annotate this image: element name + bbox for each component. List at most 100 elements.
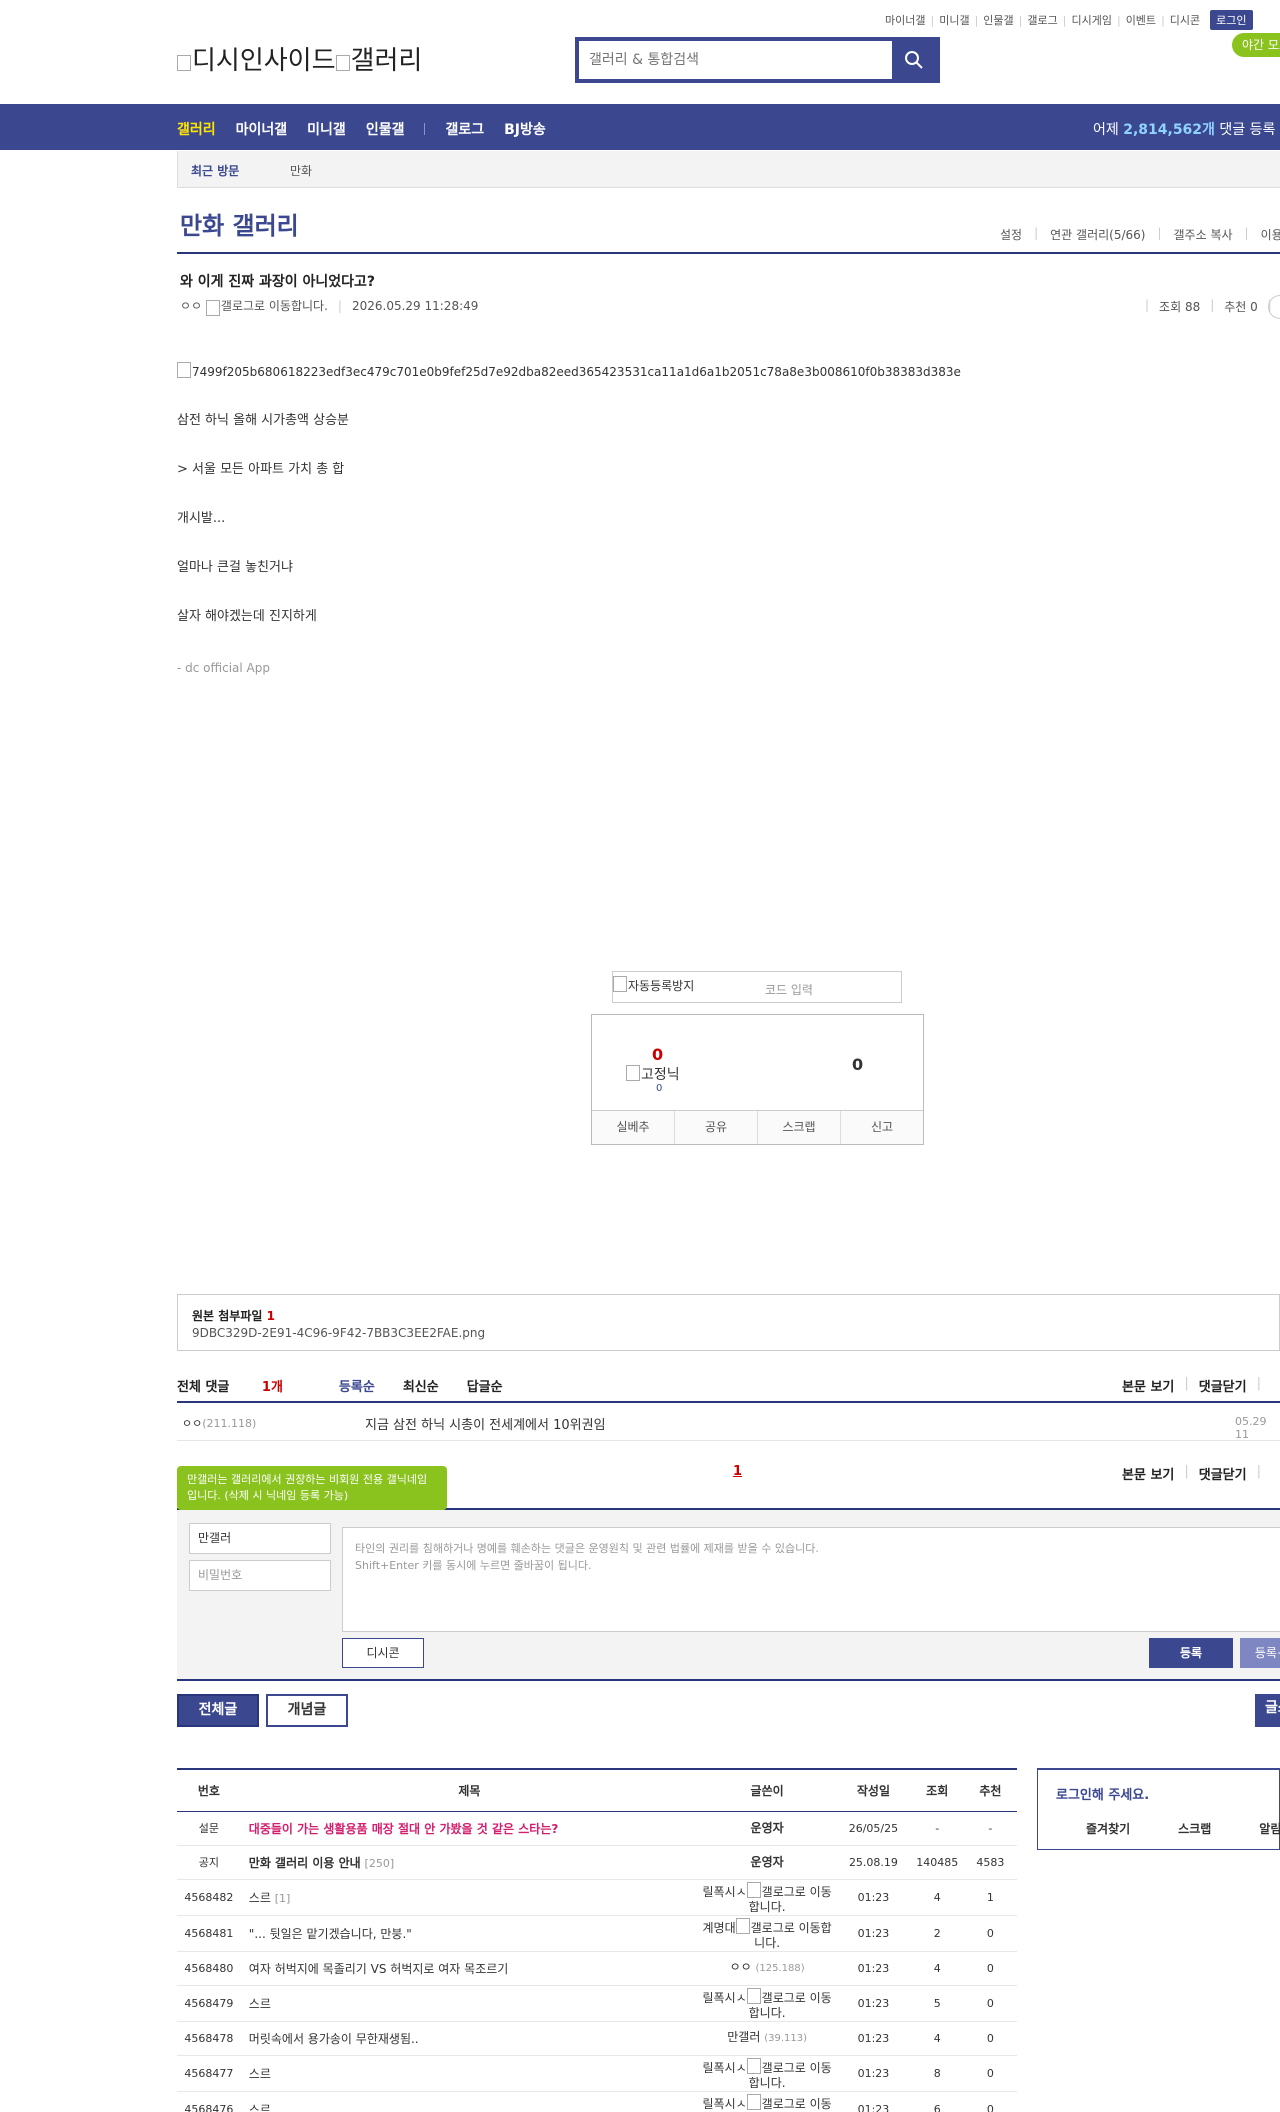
broken-image-icon bbox=[177, 362, 191, 378]
sort-latest[interactable]: 최신순 bbox=[403, 1376, 439, 1395]
more-options-button[interactable] bbox=[1268, 295, 1280, 319]
nav-mini[interactable]: 미니갤 bbox=[307, 119, 346, 139]
scrap-link[interactable]: 스크랩 bbox=[1178, 1820, 1211, 1837]
table-row[interactable]: 설문 대중들이 가는 생활용품 매장 절대 안 가봤을 것 같은 스타는? 운영자… bbox=[177, 1811, 1017, 1846]
login-side-box: 로그인해 주세요. 즐겨찾기 스크랩 알림 bbox=[1037, 1768, 1280, 1850]
best-recommend-button[interactable]: 실베추 bbox=[592, 1111, 675, 1144]
row-views: 2 bbox=[910, 1915, 964, 1952]
dccon-button[interactable]: 디시콘 bbox=[342, 1638, 424, 1668]
submit-recommend-button[interactable]: 등록+추천 bbox=[1240, 1638, 1280, 1668]
row-writer[interactable]: 릴폭시ㅅ갤로그로 이동합니다. bbox=[698, 2091, 837, 2112]
favorites-link[interactable]: 즐겨찾기 bbox=[1086, 1820, 1130, 1837]
submit-button[interactable]: 등록 bbox=[1149, 1638, 1233, 1668]
table-row[interactable]: 4568480 여자 허벅지에 목졸리기 VS 허벅지로 여자 목조르기 ㅇㅇ (… bbox=[177, 1951, 1017, 1986]
nickname-field[interactable]: 만갤러 bbox=[189, 1523, 331, 1554]
util-link[interactable]: 마이너갤 bbox=[885, 12, 925, 28]
row-title[interactable]: 만화 갤러리 이용 안내 [250] bbox=[240, 1845, 698, 1880]
nav-minor[interactable]: 마이너갤 bbox=[236, 119, 288, 139]
table-row[interactable]: 4568479 스르 릴폭시ㅅ 갤로그로 이동합니다. 01:23 5 0 bbox=[177, 1985, 1017, 2022]
gallery-title[interactable]: 만화 갤러리 bbox=[180, 206, 299, 241]
row-writer[interactable]: 운영자 bbox=[698, 1845, 837, 1880]
sort-replies[interactable]: 답글순 bbox=[467, 1376, 503, 1395]
row-title[interactable]: 스르 bbox=[240, 2091, 698, 2112]
post-author[interactable]: ㅇㅇ bbox=[180, 297, 202, 314]
attachment-file[interactable]: 9DBC329D-2E91-4C96-9F42-7BB3C3EE2FAE.png bbox=[192, 1326, 485, 1340]
gallog-alt[interactable]: 갤로그로 이동합니다. bbox=[221, 297, 328, 314]
downvote-count[interactable]: 0 bbox=[852, 1055, 863, 1074]
recent-item[interactable]: 만화 bbox=[290, 162, 312, 179]
table-row[interactable]: 4568477 스르 릴폭시ㅅ 갤로그로 이동합니다. 01:23 8 0 bbox=[177, 2055, 1017, 2092]
util-link[interactable]: 인물갤 bbox=[983, 12, 1013, 28]
tab-concept-posts[interactable]: 개념글 bbox=[266, 1694, 348, 1727]
row-writer[interactable]: 릴폭시ㅅ갤로그로 이동합니다. bbox=[698, 1879, 837, 1916]
sort-registered[interactable]: 등록순 bbox=[339, 1376, 375, 1395]
gallog-alt[interactable]: 갤로그로 이동합니다. bbox=[749, 1991, 832, 2020]
util-link[interactable]: 디시게임 bbox=[1071, 12, 1111, 28]
search-button[interactable] bbox=[892, 41, 936, 79]
row-title[interactable]: 머릿속에서 용가송이 무한재생됨.. bbox=[240, 2021, 698, 2056]
related-gallery-link[interactable]: 연관 갤러리(5/66) bbox=[1050, 226, 1145, 243]
view-post-link[interactable]: 본문 보기 bbox=[1122, 1464, 1174, 1483]
night-mode-toggle[interactable]: 야간 모드 bbox=[1232, 33, 1280, 57]
report-button[interactable]: 신고 bbox=[841, 1111, 923, 1144]
util-link[interactable]: 갤로그 bbox=[1027, 12, 1057, 28]
util-link[interactable]: 이벤트 bbox=[1126, 12, 1156, 28]
nav-gallery[interactable]: 갤러리 bbox=[177, 119, 216, 139]
table-row[interactable]: 4568482 스르 [1] 릴폭시ㅅ 갤로그로 이동합니다. 01:23 4 1 bbox=[177, 1879, 1017, 1916]
close-comments-link[interactable]: 댓글닫기 bbox=[1199, 1464, 1247, 1483]
login-button[interactable]: 로그인 bbox=[1210, 10, 1253, 30]
write-post-button[interactable]: 글쓰기 bbox=[1255, 1694, 1280, 1727]
row-writer[interactable]: ㅇㅇ (125.188) bbox=[698, 1951, 837, 1986]
view-post-link[interactable]: 본문 보기 bbox=[1122, 1376, 1174, 1395]
gallog-alt[interactable]: 갤로그로 이동합니다. bbox=[749, 1885, 832, 1914]
tab-all-posts[interactable]: 전체글 bbox=[177, 1694, 259, 1727]
row-writer[interactable]: 릴폭시ㅅ갤로그로 이동합니다. bbox=[698, 2055, 837, 2092]
row-title[interactable]: 스르 [1] bbox=[240, 1879, 698, 1916]
row-writer[interactable]: 운영자 bbox=[698, 1811, 837, 1846]
nav-bj[interactable]: BJ방송 bbox=[504, 119, 546, 139]
divider bbox=[177, 1679, 1280, 1681]
share-button[interactable]: 공유 bbox=[675, 1111, 758, 1144]
site-logo[interactable]: 디시인사이드 갤러리 bbox=[177, 40, 422, 77]
post-counts: | 조회 88 | 추천 0 | bbox=[1145, 298, 1272, 314]
notice-link[interactable]: 알림 bbox=[1259, 1820, 1280, 1837]
row-date: 01:23 bbox=[836, 1985, 911, 2022]
copy-address-link[interactable]: 갤주소 복사 bbox=[1174, 226, 1233, 243]
settings-link[interactable]: 설정 bbox=[1000, 226, 1022, 243]
search-input[interactable] bbox=[579, 41, 889, 79]
table-row[interactable]: 4568481 "... 뒷일은 맡기겠습니다, 만붕." 계명대 갤로그로 이동합… bbox=[177, 1915, 1017, 1952]
row-title[interactable]: 대중들이 가는 생활용품 매장 절대 안 가봤을 것 같은 스타는? bbox=[240, 1811, 698, 1846]
row-writer[interactable]: 계명대 갤로그로 이동합니다. bbox=[698, 1915, 837, 1952]
upvote-count[interactable]: 0 bbox=[652, 1045, 663, 1064]
row-writer[interactable]: 릴폭시ㅅ갤로그로 이동합니다. bbox=[698, 1985, 837, 2022]
util-link[interactable]: 디시콘 bbox=[1170, 12, 1200, 28]
attachment-label: 원본 첨부파일 1 bbox=[192, 1309, 275, 1323]
scrap-button[interactable]: 스크랩 bbox=[758, 1111, 841, 1144]
captcha-input[interactable]: 코드 입력 bbox=[765, 981, 813, 998]
row-writer[interactable]: 만갤러 (39.113) bbox=[698, 2021, 837, 2056]
usage-link[interactable]: 이용 bbox=[1261, 226, 1280, 243]
recent-label: 최근 방문 bbox=[191, 164, 240, 178]
table-row[interactable]: 4568476스르 릴폭시ㅅ갤로그로 이동합니다.01:2360 bbox=[177, 2091, 1017, 2112]
login-prompt[interactable]: 로그인해 주세요. bbox=[1056, 1784, 1149, 1803]
row-title[interactable]: "... 뒷일은 맡기겠습니다, 만붕." bbox=[240, 1915, 698, 1952]
table-row[interactable]: 공지 만화 갤러리 이용 안내 [250] 운영자 25.08.19 140485 458… bbox=[177, 1845, 1017, 1880]
row-title[interactable]: 스르 bbox=[240, 2055, 698, 2092]
table-row[interactable]: 4568478 머릿속에서 용가송이 무한재생됨.. 만갤러 (39.113) 01… bbox=[177, 2021, 1017, 2056]
nav-person[interactable]: 인물갤 bbox=[366, 119, 405, 139]
broken-image-icon bbox=[613, 976, 627, 992]
comment-write-box: 만갤러 비밀번호 타인의 권리를 침해하거나 명예를 훼손하는 댓글은 운영원칙… bbox=[177, 1510, 1280, 1680]
comment-textarea[interactable]: 타인의 권리를 침해하거나 명예를 훼손하는 댓글은 운영원칙 및 관련 법률에… bbox=[342, 1527, 1280, 1632]
gallog-alt[interactable]: 갤로그로 이동합니다. bbox=[749, 2061, 832, 2090]
nav-gallog[interactable]: 갤로그 bbox=[445, 119, 484, 139]
gallog-alt[interactable]: 갤로그로 이동합니다. bbox=[749, 2097, 832, 2112]
row-title[interactable]: 여자 허벅지에 목졸리기 VS 허벅지로 여자 목조르기 bbox=[240, 1951, 698, 1986]
comment-writer[interactable]: ㅇㅇ(211.118) bbox=[182, 1415, 256, 1431]
util-link[interactable]: 미니갤 bbox=[939, 12, 969, 28]
close-comments-link[interactable]: 댓글닫기 bbox=[1199, 1376, 1247, 1395]
row-title[interactable]: 스르 bbox=[240, 1985, 698, 2022]
gallog-alt[interactable]: 갤로그로 이동합니다. bbox=[751, 1921, 832, 1950]
row-date: 01:23 bbox=[836, 2055, 911, 2092]
comment-page[interactable]: 1 bbox=[733, 1464, 742, 1479]
password-field[interactable]: 비밀번호 bbox=[189, 1560, 331, 1591]
